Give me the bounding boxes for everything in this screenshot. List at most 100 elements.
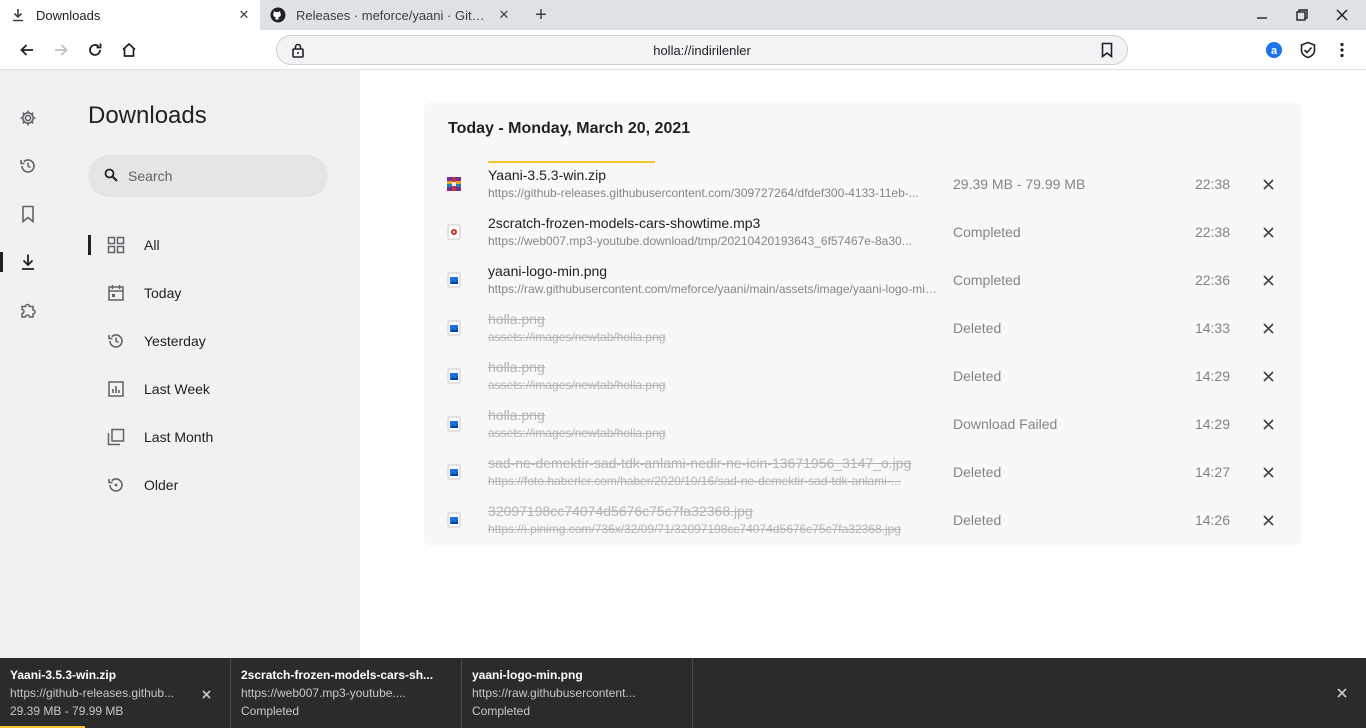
download-time: 14:29 (1194, 368, 1230, 384)
download-filename[interactable]: 32097198cc74074d5676c75c7fa32368.jpg (488, 503, 928, 519)
back-icon[interactable] (13, 36, 41, 64)
tab-close-icon[interactable]: ✕ (234, 5, 254, 25)
download-url[interactable]: assets://images/newtab/holla.png (488, 378, 938, 392)
download-row[interactable]: 32097198cc74074d5676c75c7fa32368.jpg htt… (424, 496, 1302, 544)
svg-text:a: a (1271, 45, 1278, 57)
filter-today[interactable]: Today (88, 275, 348, 311)
filter-yesterday[interactable]: Yesterday (88, 323, 348, 359)
remove-icon[interactable] (1258, 222, 1278, 242)
tab-downloads[interactable]: Downloads ✕ (0, 0, 260, 30)
audio-file-icon (446, 224, 462, 240)
download-icon (10, 7, 26, 23)
shelf-item-status: Completed (241, 704, 300, 718)
side-rail (0, 70, 56, 658)
filter-label: All (144, 237, 160, 253)
tab-github-releases[interactable]: Releases · meforce/yaani · GitHub ✕ (260, 0, 520, 30)
shelf-item-name[interactable]: 2scratch-frozen-models-cars-sh... (241, 668, 441, 682)
window-close-icon[interactable] (1322, 0, 1362, 30)
download-row[interactable]: holla.png assets://images/newtab/holla.p… (424, 304, 1302, 352)
restore-icon[interactable] (1282, 0, 1322, 30)
download-row[interactable]: sad-ne-demektir-sad-tdk-anlami-nedir-ne-… (424, 448, 1302, 496)
shelf-item-close-icon[interactable] (198, 686, 214, 702)
shelf-item-url: https://github-releases.github... (10, 686, 175, 700)
shelf-item-status: 29.39 MB - 79.99 MB (10, 704, 124, 718)
filter-last-week[interactable]: Last Week (88, 371, 348, 407)
remove-icon[interactable] (1258, 366, 1278, 386)
download-url[interactable]: https://web007.mp3-youtube.download/tmp/… (488, 234, 938, 248)
bookmark-icon[interactable] (1101, 42, 1113, 63)
filter-all[interactable]: All (88, 227, 348, 263)
extension-a-icon[interactable]: a (1260, 36, 1288, 64)
download-filename[interactable]: Yaani-3.5.3-win.zip (488, 167, 928, 183)
download-url[interactable]: https://i.pinimg.com/736x/32/09/71/32097… (488, 522, 938, 536)
download-url[interactable]: https://foto.haberler.com/haber/2020/10/… (488, 474, 938, 488)
download-filename[interactable]: yaani-logo-min.png (488, 263, 928, 279)
download-filename[interactable]: 2scratch-frozen-models-cars-showtime.mp3 (488, 215, 928, 231)
shelf-item[interactable]: 2scratch-frozen-models-cars-sh... https:… (231, 658, 462, 728)
filter-label: Yesterday (144, 333, 206, 349)
download-status: Deleted (953, 320, 1002, 336)
extensions-icon[interactable] (0, 294, 56, 326)
filter-label: Older (144, 477, 179, 493)
download-status: Completed (953, 224, 1021, 240)
calendar-icon (106, 283, 126, 303)
home-icon[interactable] (115, 36, 143, 64)
github-icon (270, 7, 286, 23)
download-time: 22:38 (1194, 176, 1230, 192)
remove-icon[interactable] (1258, 414, 1278, 434)
shelf-item[interactable]: Yaani-3.5.3-win.zip https://github-relea… (0, 658, 231, 728)
remove-icon[interactable] (1258, 174, 1278, 194)
grid-icon (106, 235, 126, 255)
image-file-icon (446, 416, 462, 432)
download-filename[interactable]: holla.png (488, 311, 928, 327)
shelf-close-icon[interactable] (1334, 685, 1350, 701)
reload-icon[interactable] (81, 36, 109, 64)
tab-title: Releases · meforce/yaani · GitHub (296, 7, 490, 23)
bookmarks-icon[interactable] (0, 198, 56, 230)
download-row[interactable]: yaani-logo-min.png https://raw.githubuse… (424, 256, 1302, 304)
settings-icon[interactable] (0, 102, 56, 134)
download-url[interactable]: assets://images/newtab/holla.png (488, 426, 938, 440)
image-file-icon (446, 368, 462, 384)
download-url[interactable]: assets://images/newtab/holla.png (488, 330, 938, 344)
minimize-icon[interactable] (1242, 0, 1282, 30)
download-time: 14:27 (1194, 464, 1230, 480)
image-file-icon (446, 464, 462, 480)
filter-last-month[interactable]: Last Month (88, 419, 348, 455)
download-row[interactable]: 2scratch-frozen-models-cars-showtime.mp3… (424, 208, 1302, 256)
tab-title: Downloads (36, 7, 101, 23)
menu-icon[interactable] (1328, 36, 1356, 64)
side-panel: Downloads All Today Yesterday Last Week (56, 70, 360, 658)
download-filename[interactable]: holla.png (488, 407, 928, 423)
filter-label: Last Week (144, 381, 210, 397)
search-box[interactable] (88, 155, 328, 197)
shelf-item[interactable]: yaani-logo-min.png https://raw.githubuse… (462, 658, 693, 728)
download-filename[interactable]: holla.png (488, 359, 928, 375)
download-url[interactable]: https://raw.githubusercontent.com/meforc… (488, 282, 938, 296)
remove-icon[interactable] (1258, 270, 1278, 290)
download-time: 22:38 (1194, 224, 1230, 240)
download-row[interactable]: holla.png assets://images/newtab/holla.p… (424, 352, 1302, 400)
download-url[interactable]: https://github-releases.githubuserconten… (488, 186, 938, 200)
download-status: Deleted (953, 464, 1002, 480)
search-input[interactable] (128, 155, 318, 197)
forward-icon[interactable] (47, 36, 75, 64)
remove-icon[interactable] (1258, 318, 1278, 338)
shelf-item-name[interactable]: yaani-logo-min.png (472, 668, 672, 682)
shield-check-icon[interactable] (1294, 36, 1322, 64)
download-filename[interactable]: sad-ne-demektir-sad-tdk-anlami-nedir-ne-… (488, 455, 928, 471)
filter-older[interactable]: Older (88, 467, 348, 503)
remove-icon[interactable] (1258, 510, 1278, 530)
remove-icon[interactable] (1258, 462, 1278, 482)
bar-chart-icon (106, 379, 126, 399)
download-row[interactable]: Yaani-3.5.3-win.zip https://github-relea… (424, 160, 1302, 208)
new-tab-button[interactable]: + (529, 5, 553, 25)
downloads-icon[interactable] (0, 246, 56, 278)
download-row[interactable]: holla.png assets://images/newtab/holla.p… (424, 400, 1302, 448)
address-bar[interactable]: holla://indirilenler (276, 35, 1128, 65)
tab-close-icon[interactable]: ✕ (494, 5, 514, 25)
image-file-icon (446, 320, 462, 336)
address-url[interactable]: holla://indirilenler (277, 43, 1127, 58)
history-icon[interactable] (0, 150, 56, 182)
shelf-item-name[interactable]: Yaani-3.5.3-win.zip (10, 668, 210, 682)
